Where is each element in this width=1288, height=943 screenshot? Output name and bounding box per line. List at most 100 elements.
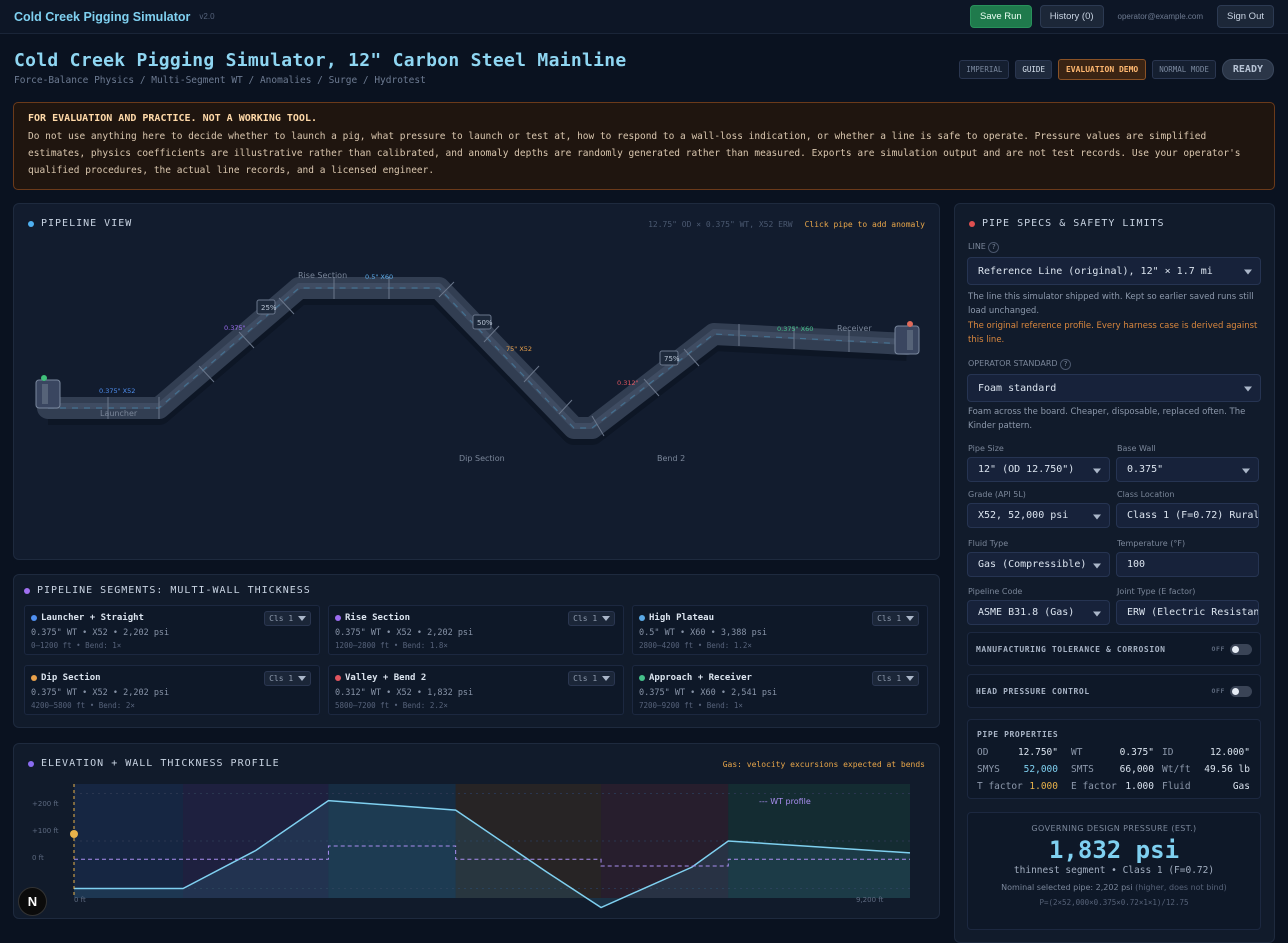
segment-spec: 0.375" WT • X52 • 2,202 psi [31, 628, 170, 638]
segment-name: Rise Section [335, 613, 410, 623]
chevron-down-icon [298, 676, 306, 681]
toggle-switch-icon[interactable] [1230, 643, 1252, 655]
save-run-button[interactable]: Save Run [969, 5, 1032, 28]
normal-mode-toggle[interactable]: NORMAL MODE [1152, 60, 1216, 79]
page-title: Cold Creek Pigging Simulator, 12" Carbon… [14, 50, 627, 71]
top-bar: Cold Creek Pigging Simulator v2.0 Save R… [0, 0, 1288, 34]
segment-color-dot [335, 615, 341, 621]
segment-class-value: Cls 1 [573, 614, 598, 623]
property-value: 66,000 [1119, 764, 1154, 775]
field-select[interactable]: Gas (Compressible) [967, 552, 1110, 577]
wt-label-valley: 0.312" [617, 379, 639, 387]
chevron-down-icon [298, 616, 306, 621]
segment-name-text: Valley + Bend 2 [345, 673, 427, 683]
field-label: Grade (API 5L) [968, 490, 1026, 499]
sign-out-button[interactable]: Sign Out [1217, 5, 1274, 28]
segment-name: Valley + Bend 2 [335, 673, 426, 683]
segment-spec: 0.312" WT • X52 • 1,832 psi [335, 688, 474, 698]
wt-legend-label: WT profile [770, 797, 811, 806]
segment-spec: 0.375" WT • X52 • 2,202 psi [31, 688, 170, 698]
segment-card[interactable]: High Plateau 0.5" WT • X60 • 3,388 psi 280… [632, 605, 928, 655]
segment-card[interactable]: Launcher + Straight 0.375" WT • X52 • 2,2… [24, 605, 320, 655]
property-key: E factor [1071, 781, 1117, 792]
history-button[interactable]: History (0) [1039, 5, 1104, 28]
mode-badges: IMPERIAL GUIDE EVALUATION DEMO NORMAL MO… [959, 59, 1274, 80]
segment-card[interactable]: Dip Section 0.375" WT • X52 • 2,202 psi 42… [24, 665, 320, 715]
segment-range: 5800–7200 ft • Bend: 2.2× [335, 701, 448, 710]
user-email: operator@example.com [1117, 12, 1204, 21]
property-key: T factor [977, 781, 1023, 792]
profile-chart [70, 784, 911, 909]
property-key: ID [1162, 747, 1174, 758]
segment-name: High Plateau [639, 613, 714, 623]
evaluation-demo-badge[interactable]: EVALUATION DEMO [1057, 59, 1147, 80]
field-select[interactable]: X52, 52,000 psi [967, 503, 1110, 528]
pipeline-diagram[interactable] [14, 204, 939, 559]
head-pressure-toggle[interactable]: OFF [1211, 685, 1252, 697]
segment-class-value: Cls 1 [269, 674, 294, 683]
guide-button[interactable]: GUIDE [1015, 60, 1052, 79]
operator-standard-select[interactable]: Foam standard [967, 374, 1261, 402]
line-select-value: Reference Line (original), 12" × 1.7 mi [978, 265, 1213, 277]
segment-card[interactable]: Rise Section 0.375" WT • X52 • 2,202 psi 1… [328, 605, 624, 655]
chevron-down-icon [1244, 269, 1252, 275]
field-label: Temperature (°F) [1117, 539, 1186, 548]
segment-class-select[interactable]: Cls 1 [568, 671, 615, 686]
field-select[interactable]: ASME B31.8 (Gas) [967, 600, 1110, 625]
toggle-switch-icon[interactable] [1230, 685, 1252, 697]
units-toggle[interactable]: IMPERIAL [959, 60, 1010, 79]
warning-heading: FOR EVALUATION AND PRACTICE. NOT A WORKI… [28, 113, 317, 124]
help-icon[interactable]: ? [1060, 359, 1072, 370]
line-select[interactable]: Reference Line (original), 12" × 1.7 mi [967, 257, 1261, 285]
segment-range: 2800–4200 ft • Bend: 1.2× [639, 641, 752, 650]
segment-card[interactable]: Valley + Bend 2 0.312" WT • X52 • 1,832 p… [328, 665, 624, 715]
segment-range: 7200–9200 ft • Bend: 1× [639, 701, 743, 710]
segment-class-select[interactable]: Cls 1 [264, 671, 311, 686]
y-tick-200: +200 ft [32, 800, 59, 808]
property-value: 1.000 [1029, 781, 1058, 792]
segment-class-select[interactable]: Cls 1 [568, 611, 615, 626]
segment-class-value: Cls 1 [877, 674, 902, 683]
operator-standard-text: OPERATOR STANDARD [968, 359, 1058, 368]
pipe-body [37, 277, 918, 439]
segment-class-select[interactable]: Cls 1 [264, 611, 311, 626]
framework-logo[interactable]: N [18, 887, 47, 916]
warning-body: Do not use anything here to decide wheth… [28, 131, 1241, 176]
segment-name: Launcher + Straight [31, 613, 144, 623]
governing-pressure-value: 1,832 psi [1048, 836, 1180, 864]
nominal-pressure-text: Nominal selected pipe: 2,202 psi [1001, 883, 1133, 892]
head-pressure-toggle-label: HEAD PRESSURE CONTROL [976, 686, 1090, 696]
operator-standard-value: Foam standard [978, 382, 1057, 394]
line-note: The original reference profile. Every ha… [968, 321, 1258, 345]
bend2-label: Bend 2 [657, 454, 686, 463]
pipeline-view-panel: PIPELINE VIEW 12.75" OD × 0.375" WT, X52… [13, 203, 940, 560]
field-value: X52, 52,000 psi [978, 510, 1069, 521]
segment-card[interactable]: Approach + Receiver 0.375" WT • X60 • 2,5… [632, 665, 928, 715]
field-value: Class 1 (F=0.72) Rural [1127, 510, 1259, 521]
property-key: SMTS [1071, 764, 1094, 775]
segment-name-text: Rise Section [345, 613, 411, 623]
segment-class-select[interactable]: Cls 1 [872, 671, 919, 686]
field-select[interactable]: Class 1 (F=0.72) Rural [1116, 503, 1259, 528]
field-value: 0.375" [1127, 464, 1164, 475]
nominal-pressure-note: (higher, does not bind) [1135, 883, 1227, 892]
property-key: OD [977, 747, 989, 758]
chevron-down-icon [1093, 514, 1101, 519]
segment-name-text: Dip Section [41, 673, 101, 683]
temperature-input[interactable]: 100 [1116, 552, 1259, 577]
tolerance-toggle[interactable]: OFF [1211, 643, 1252, 655]
chevron-down-icon [906, 676, 914, 681]
wt-label-dip: 75" X52 [506, 345, 533, 353]
head-pressure-toggle-row[interactable]: HEAD PRESSURE CONTROL OFF [967, 674, 1261, 708]
chevron-down-icon [1093, 468, 1101, 473]
field-select[interactable]: ERW (Electric Resistance) [1116, 600, 1259, 625]
tolerance-toggle-row[interactable]: MANUFACTURING TOLERANCE & CORROSION OFF [967, 632, 1261, 666]
progress-marker-75: 75% [664, 355, 680, 363]
field-select[interactable]: 0.375" [1116, 457, 1259, 482]
help-icon[interactable]: ? [988, 242, 1000, 253]
chevron-down-icon [906, 616, 914, 621]
segment-color-dot [639, 675, 645, 681]
chevron-down-icon [1093, 563, 1101, 568]
field-select[interactable]: 12" (OD 12.750") [967, 457, 1110, 482]
segment-class-select[interactable]: Cls 1 [872, 611, 919, 626]
